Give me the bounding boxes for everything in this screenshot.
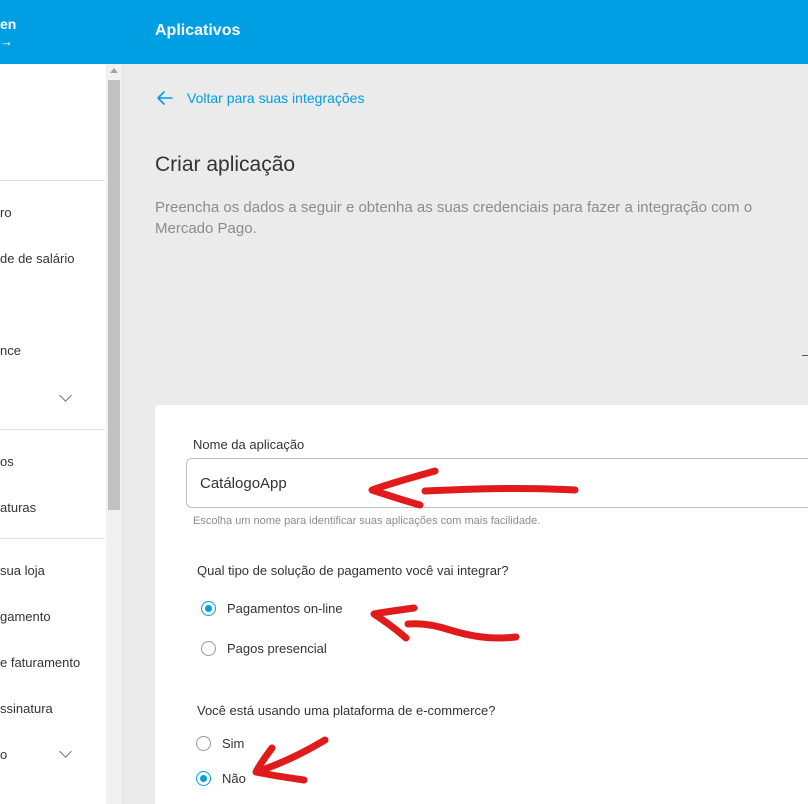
top-header: Aplicativos [123, 0, 808, 64]
scroll-up-icon[interactable] [110, 68, 118, 73]
sidebar-item[interactable]: o [0, 747, 7, 762]
app-name-helper: Escolha um nome para identificar suas ap… [193, 515, 541, 527]
sidebar-item[interactable]: os [0, 454, 14, 469]
app-name-label: Nome da aplicação [193, 437, 305, 452]
chevron-down-icon[interactable] [59, 745, 72, 758]
sidebar-item[interactable]: gamento [0, 609, 51, 624]
sidebar-divider [0, 538, 105, 539]
sidebar-divider [0, 429, 105, 430]
radio-label: Sim [222, 736, 245, 751]
sidebar-item[interactable]: e faturamento [0, 655, 80, 670]
app-name-input[interactable] [186, 458, 808, 508]
sidebar-account-header[interactable]: en → [0, 0, 123, 64]
chevron-down-icon[interactable] [59, 389, 72, 402]
scrollbar-thumb[interactable] [108, 80, 120, 510]
radio-option-no[interactable]: Não [196, 771, 246, 786]
sidebar: en → ro de de salário nce os aturas sua … [0, 0, 123, 804]
radio-button[interactable] [196, 736, 211, 751]
back-to-integrations-link[interactable]: Voltar para suas integrações [155, 88, 364, 108]
payment-type-question: Qual tipo de solução de pagamento você v… [197, 563, 509, 578]
sidebar-item[interactable]: nce [0, 343, 21, 358]
radio-label: Não [222, 771, 246, 786]
account-name: en [0, 16, 17, 32]
edge-divider [802, 355, 808, 356]
radio-button-selected[interactable] [201, 601, 216, 616]
page-header-title: Aplicativos [155, 22, 241, 39]
sidebar-item[interactable]: de de salário [0, 251, 74, 266]
sidebar-scrollbar[interactable] [106, 64, 122, 804]
account-arrow-icon: → [0, 34, 13, 49]
arrow-left-icon [157, 91, 173, 105]
radio-button[interactable] [201, 641, 216, 656]
sidebar-item[interactable]: ro [0, 205, 12, 220]
page-description: Preencha os dados a seguir e obtenha as … [155, 199, 753, 237]
ecommerce-platform-question: Você está usando uma plataforma de e-com… [197, 703, 496, 718]
sidebar-divider [0, 180, 105, 181]
radio-button-selected[interactable] [196, 771, 211, 786]
radio-label: Pagos presencial [227, 641, 327, 656]
radio-option-online-payments[interactable]: Pagamentos on-line [201, 601, 343, 616]
back-link-label: Voltar para suas integrações [187, 90, 365, 106]
sidebar-item[interactable]: aturas [0, 500, 36, 515]
radio-option-in-person-payments[interactable]: Pagos presencial [201, 641, 327, 656]
radio-label: Pagamentos on-line [227, 601, 343, 616]
sidebar-item[interactable]: sua loja [0, 563, 45, 578]
sidebar-item[interactable]: ssinatura [0, 701, 53, 716]
page-title: Criar aplicação [155, 153, 296, 176]
radio-option-yes[interactable]: Sim [196, 736, 244, 751]
